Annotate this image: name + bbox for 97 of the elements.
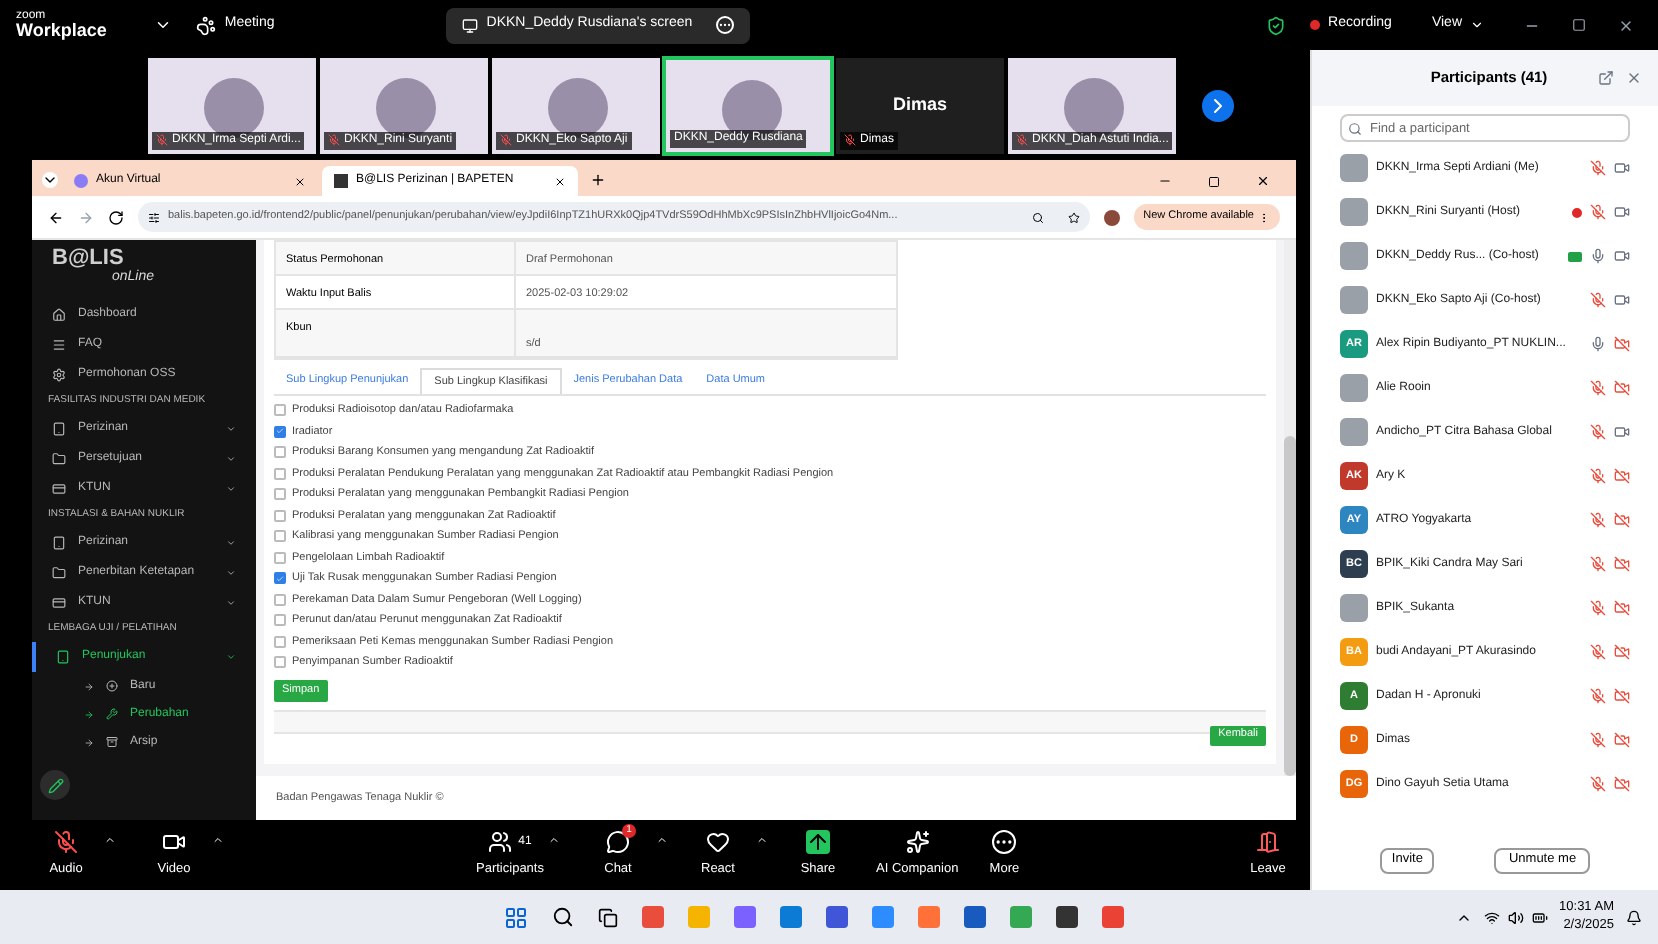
checkbox[interactable] [274, 572, 286, 585]
wrench-icon [106, 708, 118, 720]
menu-icon [52, 338, 66, 352]
back-icon[interactable] [48, 209, 64, 225]
app-icon[interactable] [826, 906, 848, 928]
archive-icon [106, 736, 118, 748]
checkbox[interactable] [274, 593, 286, 606]
checkbox[interactable] [274, 404, 286, 417]
photo-placeholder [1340, 198, 1368, 226]
photo-placeholder [1340, 374, 1368, 402]
more-icon [716, 16, 735, 34]
mic-muted-icon [328, 134, 340, 146]
share-icon [806, 830, 830, 855]
task-view-icon[interactable] [598, 907, 618, 927]
video-placeholder [376, 77, 436, 137]
check-icon [276, 426, 284, 437]
heart-icon [706, 830, 730, 855]
checkbox[interactable] [274, 635, 286, 648]
arrow-right-icon [84, 709, 94, 719]
checkbox[interactable] [274, 488, 286, 501]
arrow-right-icon [84, 681, 94, 691]
photo-placeholder [1340, 594, 1368, 622]
chat-icon [606, 830, 630, 855]
card-icon [52, 596, 66, 610]
mic-muted-icon [54, 830, 78, 855]
checkbox[interactable] [274, 614, 286, 627]
close-icon [294, 175, 306, 187]
door-icon [1256, 830, 1280, 855]
plus-circle-icon [106, 680, 118, 692]
profile-avatar[interactable] [1103, 209, 1120, 225]
close-icon[interactable] [1618, 17, 1634, 33]
tab-list-icon[interactable] [42, 172, 58, 188]
search-icon [1031, 211, 1044, 223]
pencil-icon [47, 777, 63, 793]
photo-placeholder [1340, 242, 1368, 270]
card-icon [52, 482, 66, 496]
mic-muted-icon [156, 134, 168, 146]
mic-muted-icon [500, 134, 512, 146]
paw-icon [196, 15, 217, 35]
bell-icon[interactable] [1626, 909, 1642, 925]
search-icon[interactable] [552, 906, 574, 928]
checkbox[interactable] [274, 425, 286, 438]
pencil-button[interactable] [40, 770, 70, 800]
checkbox[interactable] [274, 467, 286, 480]
photo-placeholder [1340, 286, 1368, 314]
logo-text: B@LIS [52, 248, 124, 270]
next-icon[interactable] [1202, 89, 1234, 121]
chevron-down-icon [1470, 18, 1484, 32]
mic-muted-icon [1016, 134, 1028, 146]
close-icon[interactable] [1256, 174, 1270, 188]
tablet-icon [56, 650, 70, 664]
wifi-icon[interactable] [1483, 909, 1500, 925]
photo-placeholder [1340, 418, 1368, 446]
photo-placeholder [1340, 154, 1368, 182]
people-icon [488, 830, 513, 855]
check-icon [276, 573, 284, 584]
checkbox[interactable] [274, 656, 286, 669]
tablet-icon [52, 536, 66, 550]
close-icon [554, 175, 566, 187]
home-icon [52, 308, 66, 322]
start-icon[interactable] [504, 905, 528, 929]
gear-icon [52, 368, 66, 382]
video-placeholder [548, 77, 608, 137]
maximize-icon[interactable] [1208, 176, 1220, 188]
sparkle-icon [905, 830, 930, 855]
chevron-down-icon[interactable] [154, 16, 173, 34]
site-settings-icon [148, 211, 160, 223]
folder-icon [52, 452, 66, 466]
checkbox[interactable] [274, 509, 286, 522]
favicon-icon [334, 174, 348, 188]
display-name: Dimas [892, 91, 947, 118]
app-icon[interactable] [1056, 906, 1078, 928]
video-placeholder [204, 77, 264, 137]
minimize-icon[interactable] [1158, 174, 1172, 188]
search-icon [1348, 121, 1362, 135]
arrow-right-icon [84, 737, 94, 747]
checkbox[interactable] [274, 530, 286, 543]
app-icon[interactable] [964, 906, 986, 928]
brand-text: Workplace [16, 22, 107, 40]
battery-icon[interactable] [1531, 909, 1548, 925]
more-icon [992, 830, 1017, 855]
favicon-icon [74, 174, 88, 188]
shield-icon [1266, 15, 1287, 35]
star-icon [1067, 211, 1080, 223]
checkbox[interactable] [274, 446, 286, 459]
forward-icon[interactable] [78, 209, 94, 225]
screen-icon [462, 17, 479, 33]
checkbox[interactable] [274, 551, 286, 564]
mic-muted-icon [844, 134, 856, 146]
pop-out-icon[interactable] [1598, 70, 1614, 86]
volume-icon[interactable] [1507, 909, 1524, 925]
camera-icon [162, 830, 186, 855]
video-placeholder [1064, 77, 1124, 137]
tablet-icon [52, 422, 66, 436]
reload-icon[interactable] [108, 209, 124, 225]
new-tab-icon[interactable] [590, 172, 606, 188]
folder-icon [52, 566, 66, 580]
